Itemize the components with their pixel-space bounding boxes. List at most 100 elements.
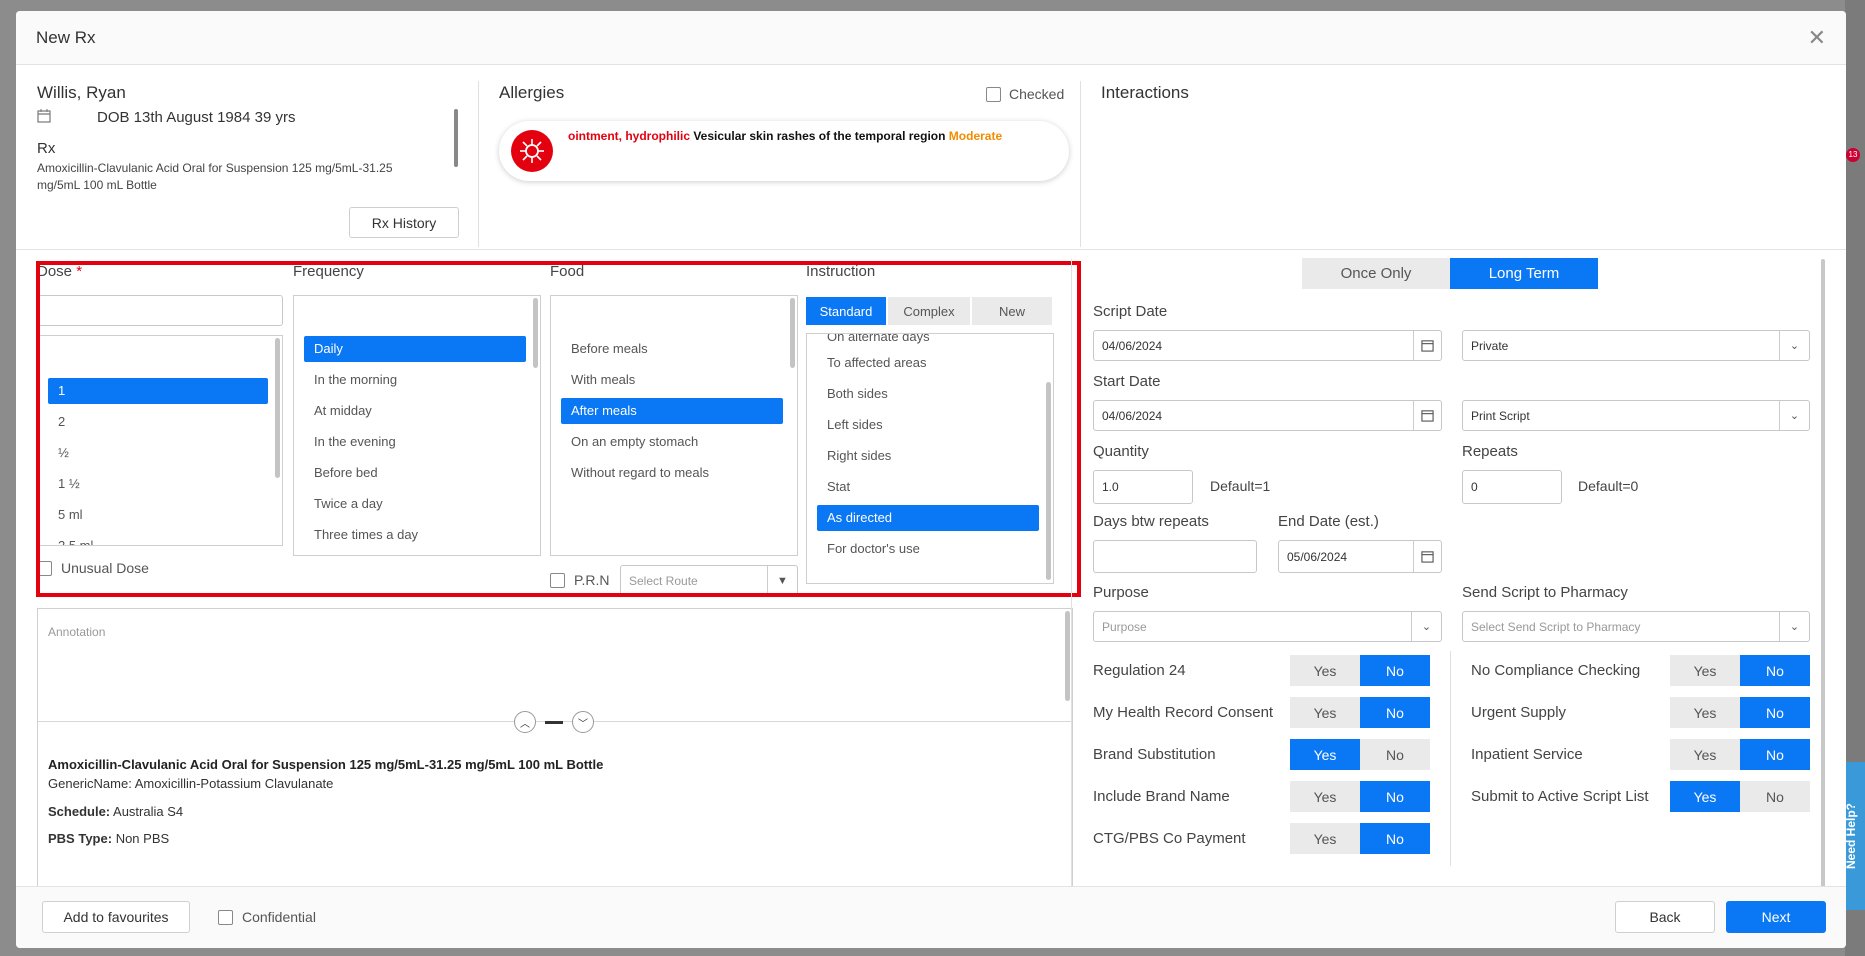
allergies-title: Allergies [499, 83, 565, 102]
add-to-favourites-button[interactable]: Add to favourites [42, 901, 190, 933]
back-button[interactable]: Back [1615, 901, 1715, 933]
quantity-input[interactable]: 1.0 [1093, 470, 1193, 504]
instruction-option-affected[interactable]: To affected areas [817, 350, 1039, 376]
chevron-down-icon[interactable]: ﹀ [572, 711, 594, 733]
days-btw-repeats-input[interactable] [1093, 540, 1257, 573]
no-option[interactable]: No [1360, 823, 1430, 854]
right-panel-scrollbar[interactable] [1821, 259, 1825, 899]
route-select[interactable]: Select Route ▼ [620, 565, 798, 596]
dose-option-half[interactable]: ½ [48, 440, 268, 466]
print-option-select[interactable]: Print Script ⌄ [1462, 400, 1810, 431]
frequency-list-scrollbar[interactable] [533, 298, 538, 368]
food-option-before[interactable]: Before meals [561, 336, 783, 362]
instruction-option-as-directed[interactable]: As directed [817, 505, 1039, 531]
calendar-icon[interactable] [1413, 401, 1441, 430]
frequency-option-daily[interactable]: Daily [304, 336, 526, 362]
end-date-value: 05/06/2024 [1287, 549, 1348, 564]
dose-option-2-5ml[interactable]: 2.5 ml [48, 533, 268, 545]
instruction-list[interactable]: On alternate days To affected areas Both… [806, 333, 1054, 584]
notification-badge: 13 [1846, 148, 1860, 162]
no-option[interactable]: No [1740, 781, 1810, 812]
allergy-card[interactable]: ointment, hydrophilic Vesicular skin ras… [499, 121, 1069, 181]
yes-option[interactable]: Yes [1670, 739, 1740, 770]
once-only-button[interactable]: Once Only [1302, 258, 1450, 289]
frequency-option-before-bed[interactable]: Before bed [304, 460, 526, 486]
dose-option-1-half[interactable]: 1 ½ [48, 471, 268, 497]
end-date-input[interactable]: 05/06/2024 [1278, 540, 1442, 573]
tab-standard[interactable]: Standard [806, 297, 886, 325]
food-option-empty[interactable]: On an empty stomach [561, 429, 783, 455]
pharmacy-select[interactable]: Select Send Script to Pharmacy ⌄ [1462, 611, 1810, 642]
instruction-option-right[interactable]: Right sides [817, 443, 1039, 469]
annotation-placeholder[interactable]: Annotation [48, 625, 105, 639]
food-option-without[interactable]: Without regard to meals [561, 460, 783, 486]
instruction-option-both[interactable]: Both sides [817, 381, 1039, 407]
urgent-supply-label: Urgent Supply [1471, 704, 1567, 721]
confidential-checkbox[interactable] [218, 910, 233, 925]
yes-option[interactable]: Yes [1670, 655, 1740, 686]
chevron-up-icon[interactable]: ︿ [514, 711, 536, 733]
no-option[interactable]: No [1360, 697, 1430, 728]
no-option[interactable]: No [1360, 781, 1430, 812]
dose-option-1[interactable]: 1 [48, 378, 268, 404]
script-type-select[interactable]: Private ⌄ [1462, 330, 1810, 361]
urgent-supply-toggle: Yes No [1670, 697, 1810, 728]
yes-option[interactable]: Yes [1670, 697, 1740, 728]
instruction-option-left[interactable]: Left sides [817, 412, 1039, 438]
confidential-label: Confidential [242, 909, 316, 925]
frequency-option-twice[interactable]: Twice a day [304, 491, 526, 517]
close-icon[interactable]: ✕ [1808, 25, 1826, 51]
no-option[interactable]: No [1360, 655, 1430, 686]
divider [1080, 81, 1081, 247]
rx-history-button[interactable]: Rx History [349, 207, 459, 238]
rx-label: Rx [37, 140, 56, 157]
food-option-after[interactable]: After meals [561, 398, 783, 424]
frequency-option-midday[interactable]: At midday [304, 398, 526, 424]
calendar-icon[interactable] [1413, 331, 1441, 360]
dose-option-5ml[interactable]: 5 ml [48, 502, 268, 528]
patient-scrollbar[interactable] [454, 109, 458, 167]
frequency-option-three-times[interactable]: Three times a day [304, 522, 526, 548]
dose-list-scrollbar[interactable] [275, 338, 280, 478]
annotation-scrollbar[interactable] [1065, 611, 1070, 701]
tab-new[interactable]: New [972, 297, 1052, 325]
script-date-input[interactable]: 04/06/2024 [1093, 330, 1442, 361]
food-list-scrollbar[interactable] [790, 298, 795, 368]
yes-option[interactable]: Yes [1290, 655, 1360, 686]
long-term-button[interactable]: Long Term [1450, 258, 1598, 289]
instruction-option-alternate[interactable]: On alternate days [817, 334, 1039, 350]
no-option[interactable]: No [1740, 655, 1810, 686]
yes-option[interactable]: Yes [1290, 697, 1360, 728]
instruction-option-stat[interactable]: Stat [817, 474, 1039, 500]
next-button[interactable]: Next [1726, 901, 1826, 933]
no-option[interactable]: No [1740, 697, 1810, 728]
dose-list[interactable]: 1 2 ½ 1 ½ 5 ml 2.5 ml [37, 335, 283, 546]
no-option[interactable]: No [1740, 739, 1810, 770]
allergies-checked-checkbox[interactable] [986, 87, 1001, 102]
instruction-option-doctor[interactable]: For doctor's use [817, 536, 1039, 562]
food-list[interactable]: Before meals With meals After meals On a… [550, 295, 798, 556]
brand-substitution-label: Brand Substitution [1093, 746, 1216, 763]
prn-checkbox[interactable] [550, 573, 565, 588]
dose-option-2[interactable]: 2 [48, 409, 268, 435]
start-date-input[interactable]: 04/06/2024 [1093, 400, 1442, 431]
frequency-list[interactable]: Daily In the morning At midday In the ev… [293, 295, 541, 556]
yes-option[interactable]: Yes [1290, 781, 1360, 812]
yes-option[interactable]: Yes [1670, 781, 1740, 812]
drag-handle-icon[interactable] [545, 721, 563, 724]
repeats-input[interactable]: 0 [1462, 470, 1562, 504]
instruction-list-scrollbar[interactable] [1046, 382, 1051, 580]
frequency-option-evening[interactable]: In the evening [304, 429, 526, 455]
no-option[interactable]: No [1360, 739, 1430, 770]
patient-dob: DOB 13th August 1984 39 yrs [97, 109, 296, 126]
yes-option[interactable]: Yes [1290, 739, 1360, 770]
allergy-virus-icon [511, 130, 553, 172]
purpose-select[interactable]: Purpose ⌄ [1093, 611, 1442, 642]
unusual-dose-checkbox[interactable] [37, 561, 52, 576]
dose-input[interactable] [37, 295, 283, 326]
calendar-icon[interactable] [1413, 541, 1441, 572]
tab-complex[interactable]: Complex [888, 297, 970, 325]
yes-option[interactable]: Yes [1290, 823, 1360, 854]
frequency-option-morning[interactable]: In the morning [304, 367, 526, 393]
food-option-with[interactable]: With meals [561, 367, 783, 393]
